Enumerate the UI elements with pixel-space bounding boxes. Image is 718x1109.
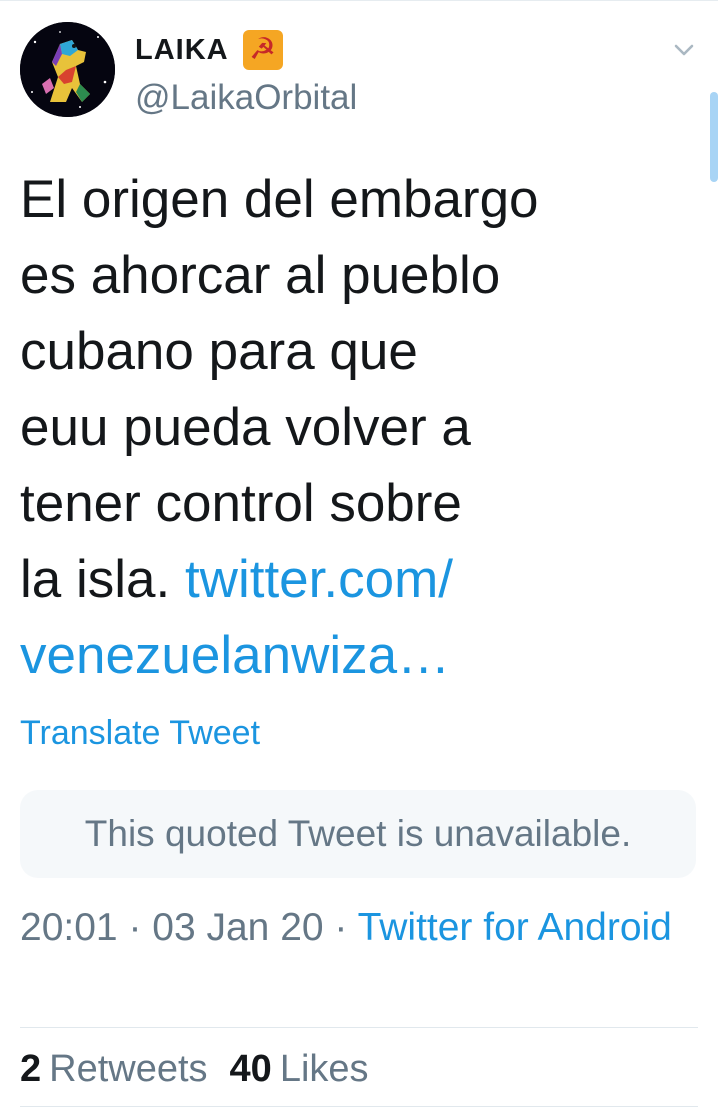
quoted-tweet-unavailable-text: This quoted Tweet is unavailable. [84, 813, 632, 854]
user-handle[interactable]: @LaikaOrbital [135, 78, 357, 118]
retweets-count: 2 [20, 1048, 42, 1090]
tweet-text-fragment: la isla. [20, 550, 185, 609]
tweet-date: 03 Jan 20 [152, 906, 324, 949]
translate-tweet-link[interactable]: Translate Tweet [20, 714, 260, 753]
tweet-text-line: la isla. twitter.com/ [20, 542, 640, 618]
quoted-tweet-card: This quoted Tweet is unavailable. [20, 790, 696, 878]
likes-count: 40 [229, 1048, 272, 1090]
tweet-time: 20:01 [20, 906, 118, 949]
tweet-text-line: cubano para que [20, 322, 418, 381]
author-name-row[interactable]: LAIKA ☭ [135, 28, 283, 72]
tweet-text: El origen del embargo es ahorcar al pueb… [20, 162, 640, 694]
avatar[interactable] [20, 22, 115, 117]
likes-label: Likes [279, 1048, 369, 1090]
top-divider [0, 0, 718, 1]
scrollbar-thumb[interactable] [710, 92, 718, 182]
display-name[interactable]: LAIKA [135, 34, 229, 67]
meta-separator: · [323, 906, 358, 949]
tweet-text-line: El origen del embargo [20, 170, 539, 229]
likes-stat[interactable]: 40 Likes [230, 1048, 369, 1091]
retweets-label: Retweets [49, 1048, 208, 1090]
tweet-link-continued[interactable]: venezuelanwiza… [20, 618, 640, 694]
tweet-text-line: tener control sobre [20, 474, 462, 533]
tweet-text-line: es ahorcar al pueblo [20, 246, 501, 305]
tweet-detail: LAIKA ☭ @LaikaOrbital El origen del emba… [0, 0, 718, 1109]
tweet-client-link[interactable]: Twitter for Android [358, 906, 672, 949]
stats-divider [20, 1027, 698, 1028]
retweets-stat[interactable]: 2 Retweets [20, 1048, 208, 1091]
chevron-down-icon[interactable] [670, 36, 698, 64]
tweet-stats: 2 Retweets 40 Likes [20, 1048, 369, 1091]
hammer-sickle-emoji: ☭ [242, 30, 283, 70]
tweet-metadata: 20:01 · 03 Jan 20 · Twitter for Android [20, 900, 700, 955]
bottom-divider [20, 1106, 698, 1107]
tweet-text-line: euu pueda volver a [20, 398, 471, 457]
tweet-link[interactable]: twitter.com/ [185, 550, 453, 609]
meta-separator: · [117, 906, 153, 949]
